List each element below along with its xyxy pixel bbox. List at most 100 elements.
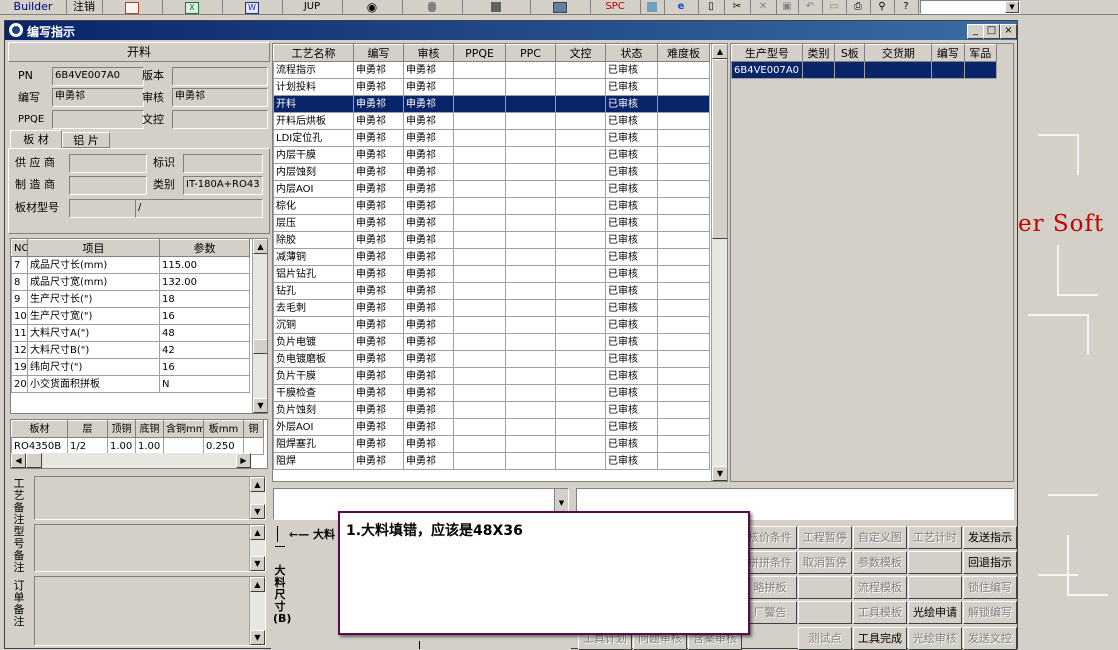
param-scrollbar[interactable]: ▲ ▼ xyxy=(252,239,267,413)
param-row[interactable]: 9 生产尺寸长(") 18 xyxy=(11,290,250,308)
new-file-icon[interactable]: ▯ xyxy=(698,0,725,14)
scroll-up-icon[interactable]: ▲ xyxy=(250,525,265,540)
note-scrollbar[interactable]: ▲ ▼ xyxy=(249,525,265,571)
find-icon[interactable]: ⚲ xyxy=(870,0,895,14)
scroll-down-icon[interactable]: ▼ xyxy=(253,398,267,413)
help-icon[interactable]: ? xyxy=(894,0,919,14)
process-row[interactable]: 阻焊塞孔 申勇祁 申勇祁 已审核 xyxy=(273,435,710,453)
param-row[interactable]: 19 纬向尺寸(") 16 xyxy=(11,358,250,376)
cube-icon[interactable] xyxy=(640,0,665,14)
note-scrollbar[interactable]: ▲ ▼ xyxy=(249,477,265,519)
process-row[interactable]: 负片蚀刻 申勇祁 申勇祁 已审核 xyxy=(273,401,710,419)
cut-icon[interactable]: ✂ xyxy=(724,0,751,14)
chevron-down-icon[interactable]: ▼ xyxy=(1005,1,1019,13)
scroll-down-icon[interactable]: ▼ xyxy=(250,556,265,571)
category-field[interactable]: IT-180A+RO43 xyxy=(183,176,263,195)
process-header-cell[interactable]: PPQE xyxy=(453,44,506,62)
project-pause-button[interactable]: 工程暂停 xyxy=(798,526,852,549)
mark-field[interactable] xyxy=(183,154,263,173)
blank-button-r4[interactable] xyxy=(798,601,852,624)
model-row[interactable]: 6B4VE007A0 xyxy=(731,61,998,79)
process-header-cell[interactable]: 审核 xyxy=(403,44,454,62)
process-note-field[interactable]: ▲ ▼ xyxy=(34,476,266,520)
writer-field[interactable]: 申勇祁 xyxy=(52,88,144,107)
pn-field[interactable]: 6B4VE007A0 xyxy=(52,67,144,86)
scroll-up-icon[interactable]: ▲ xyxy=(253,239,267,254)
process-row[interactable]: 流程指示 申勇祁 申勇祁 已审核 xyxy=(273,61,710,79)
computer-icon[interactable] xyxy=(530,0,591,14)
preview-icon[interactable]: ▭ xyxy=(822,0,847,14)
scroll-down-icon[interactable]: ▼ xyxy=(250,504,265,519)
param-row[interactable]: 7 成品尺寸长(mm) 115.00 xyxy=(11,256,250,274)
process-row[interactable]: 负片干膜 申勇祁 申勇祁 已审核 xyxy=(273,367,710,385)
lock-edit-button[interactable]: 锁住编写 xyxy=(963,576,1017,599)
process-row[interactable]: 干膜检查 申勇祁 申勇祁 已审核 xyxy=(273,384,710,402)
process-timer-button[interactable]: 工艺计时 xyxy=(908,526,962,549)
scroll-down-icon[interactable]: ▼ xyxy=(712,466,727,481)
unlock-edit-button[interactable]: 解锁编写 xyxy=(963,601,1017,624)
flow-template-button[interactable]: 流程模板 xyxy=(853,576,907,599)
ie-icon[interactable]: e xyxy=(664,0,699,14)
close-window-button[interactable]: × xyxy=(1000,24,1017,39)
process-row[interactable]: LDI定位孔 申勇祁 申勇祁 已审核 xyxy=(273,129,710,147)
photoplot-review-button[interactable]: 光绘审核 xyxy=(908,627,962,650)
print-icon[interactable]: ⎙ xyxy=(846,0,871,14)
board-model-field[interactable] xyxy=(69,199,137,218)
process-row[interactable]: 沉铜 申勇祁 申勇祁 已审核 xyxy=(273,316,710,334)
param-template-button[interactable]: 参数模板 xyxy=(853,551,907,574)
rollback-instruction-button[interactable]: 回退指示 xyxy=(963,551,1017,574)
scroll-left-icon[interactable]: ◀ xyxy=(11,453,26,468)
param-row[interactable]: 8 成品尺寸宽(mm) 132.00 xyxy=(11,273,250,291)
process-header-cell[interactable]: 文控 xyxy=(555,44,606,62)
tab-board[interactable]: 板 材 xyxy=(10,130,62,148)
close-icon[interactable]: ✕ xyxy=(750,0,777,14)
price-condition-button[interactable]: 核价条件 xyxy=(743,526,797,549)
process-row[interactable]: 减薄铜 申勇祁 申勇祁 已审核 xyxy=(273,248,710,266)
maximize-button[interactable]: □ xyxy=(983,24,1000,39)
scroll-right-icon[interactable]: ▶ xyxy=(236,453,251,468)
process-row[interactable]: 钻孔 申勇祁 申勇祁 已审核 xyxy=(273,282,710,300)
board-row[interactable]: RO4350B 1/2 1.00 1.00 0.250 xyxy=(11,437,264,455)
tool-template-button[interactable]: 工具模板 xyxy=(853,601,907,624)
process-row[interactable]: 内层干膜 申勇祁 申勇祁 已审核 xyxy=(273,146,710,164)
logout-button[interactable]: 注销 xyxy=(66,0,103,14)
param-row[interactable]: 12 大料尺寸B(") 42 xyxy=(11,341,250,359)
process-row[interactable]: 铝片钻孔 申勇祁 申勇祁 已审核 xyxy=(273,265,710,283)
blank-button-r3a[interactable] xyxy=(798,576,852,599)
send-instruction-button[interactable]: 发送指示 xyxy=(963,526,1017,549)
model-note-field[interactable]: ▲ ▼ xyxy=(34,524,266,572)
word-icon[interactable]: W xyxy=(222,0,283,14)
undo-icon[interactable]: ↶ xyxy=(798,0,823,14)
save-icon[interactable]: ▣ xyxy=(776,0,799,14)
scroll-up-icon[interactable]: ▲ xyxy=(712,44,727,59)
jup-button[interactable]: JUP xyxy=(282,0,343,14)
builder-menu[interactable]: Builder xyxy=(0,0,67,14)
scroll-up-icon[interactable]: ▲ xyxy=(250,577,265,592)
wenkong-field[interactable] xyxy=(172,110,268,129)
panel-condition-button[interactable]: 拼拼条件 xyxy=(743,551,797,574)
tool-complete-button[interactable]: 工具完成 xyxy=(853,627,907,650)
board-model-field-2[interactable]: / xyxy=(135,199,263,218)
note-scrollbar[interactable]: ▲ ▼ xyxy=(249,577,265,645)
tab-aluminum[interactable]: 铝 片 xyxy=(62,132,110,148)
maker-field[interactable] xyxy=(69,176,147,195)
network-icon[interactable] xyxy=(462,0,531,14)
process-header-cell[interactable]: 编写 xyxy=(353,44,404,62)
board-hscrollbar[interactable]: ◀ ▶ xyxy=(11,453,251,468)
process-row[interactable]: 负片电镀 申勇祁 申勇祁 已审核 xyxy=(273,333,710,351)
process-row[interactable]: 去毛刺 申勇祁 申勇祁 已审核 xyxy=(273,299,710,317)
version-field[interactable] xyxy=(172,67,268,86)
panel-sketch-button[interactable]: 略拼板 xyxy=(743,576,797,599)
cancel-pause-button[interactable]: 取消暂停 xyxy=(798,551,852,574)
factory-warning-button[interactable]: 厂警告 xyxy=(743,601,797,624)
eye-icon[interactable]: ◉ xyxy=(342,0,403,14)
param-row[interactable]: 11 大料尺寸A(") 48 xyxy=(11,324,250,342)
toolbar-combo[interactable]: ▼ xyxy=(920,0,1020,14)
process-header-cell[interactable]: 状态 xyxy=(605,44,658,62)
process-row[interactable]: 开料 申勇祁 申勇祁 已审核 xyxy=(273,95,710,113)
scroll-down-icon[interactable]: ▼ xyxy=(250,630,265,645)
process-row[interactable]: 棕化 申勇祁 申勇祁 已审核 xyxy=(273,197,710,215)
spc-button[interactable]: SPC xyxy=(590,0,641,14)
process-row[interactable]: 内层AOI 申勇祁 申勇祁 已审核 xyxy=(273,180,710,198)
ppqe-field[interactable] xyxy=(52,110,144,129)
